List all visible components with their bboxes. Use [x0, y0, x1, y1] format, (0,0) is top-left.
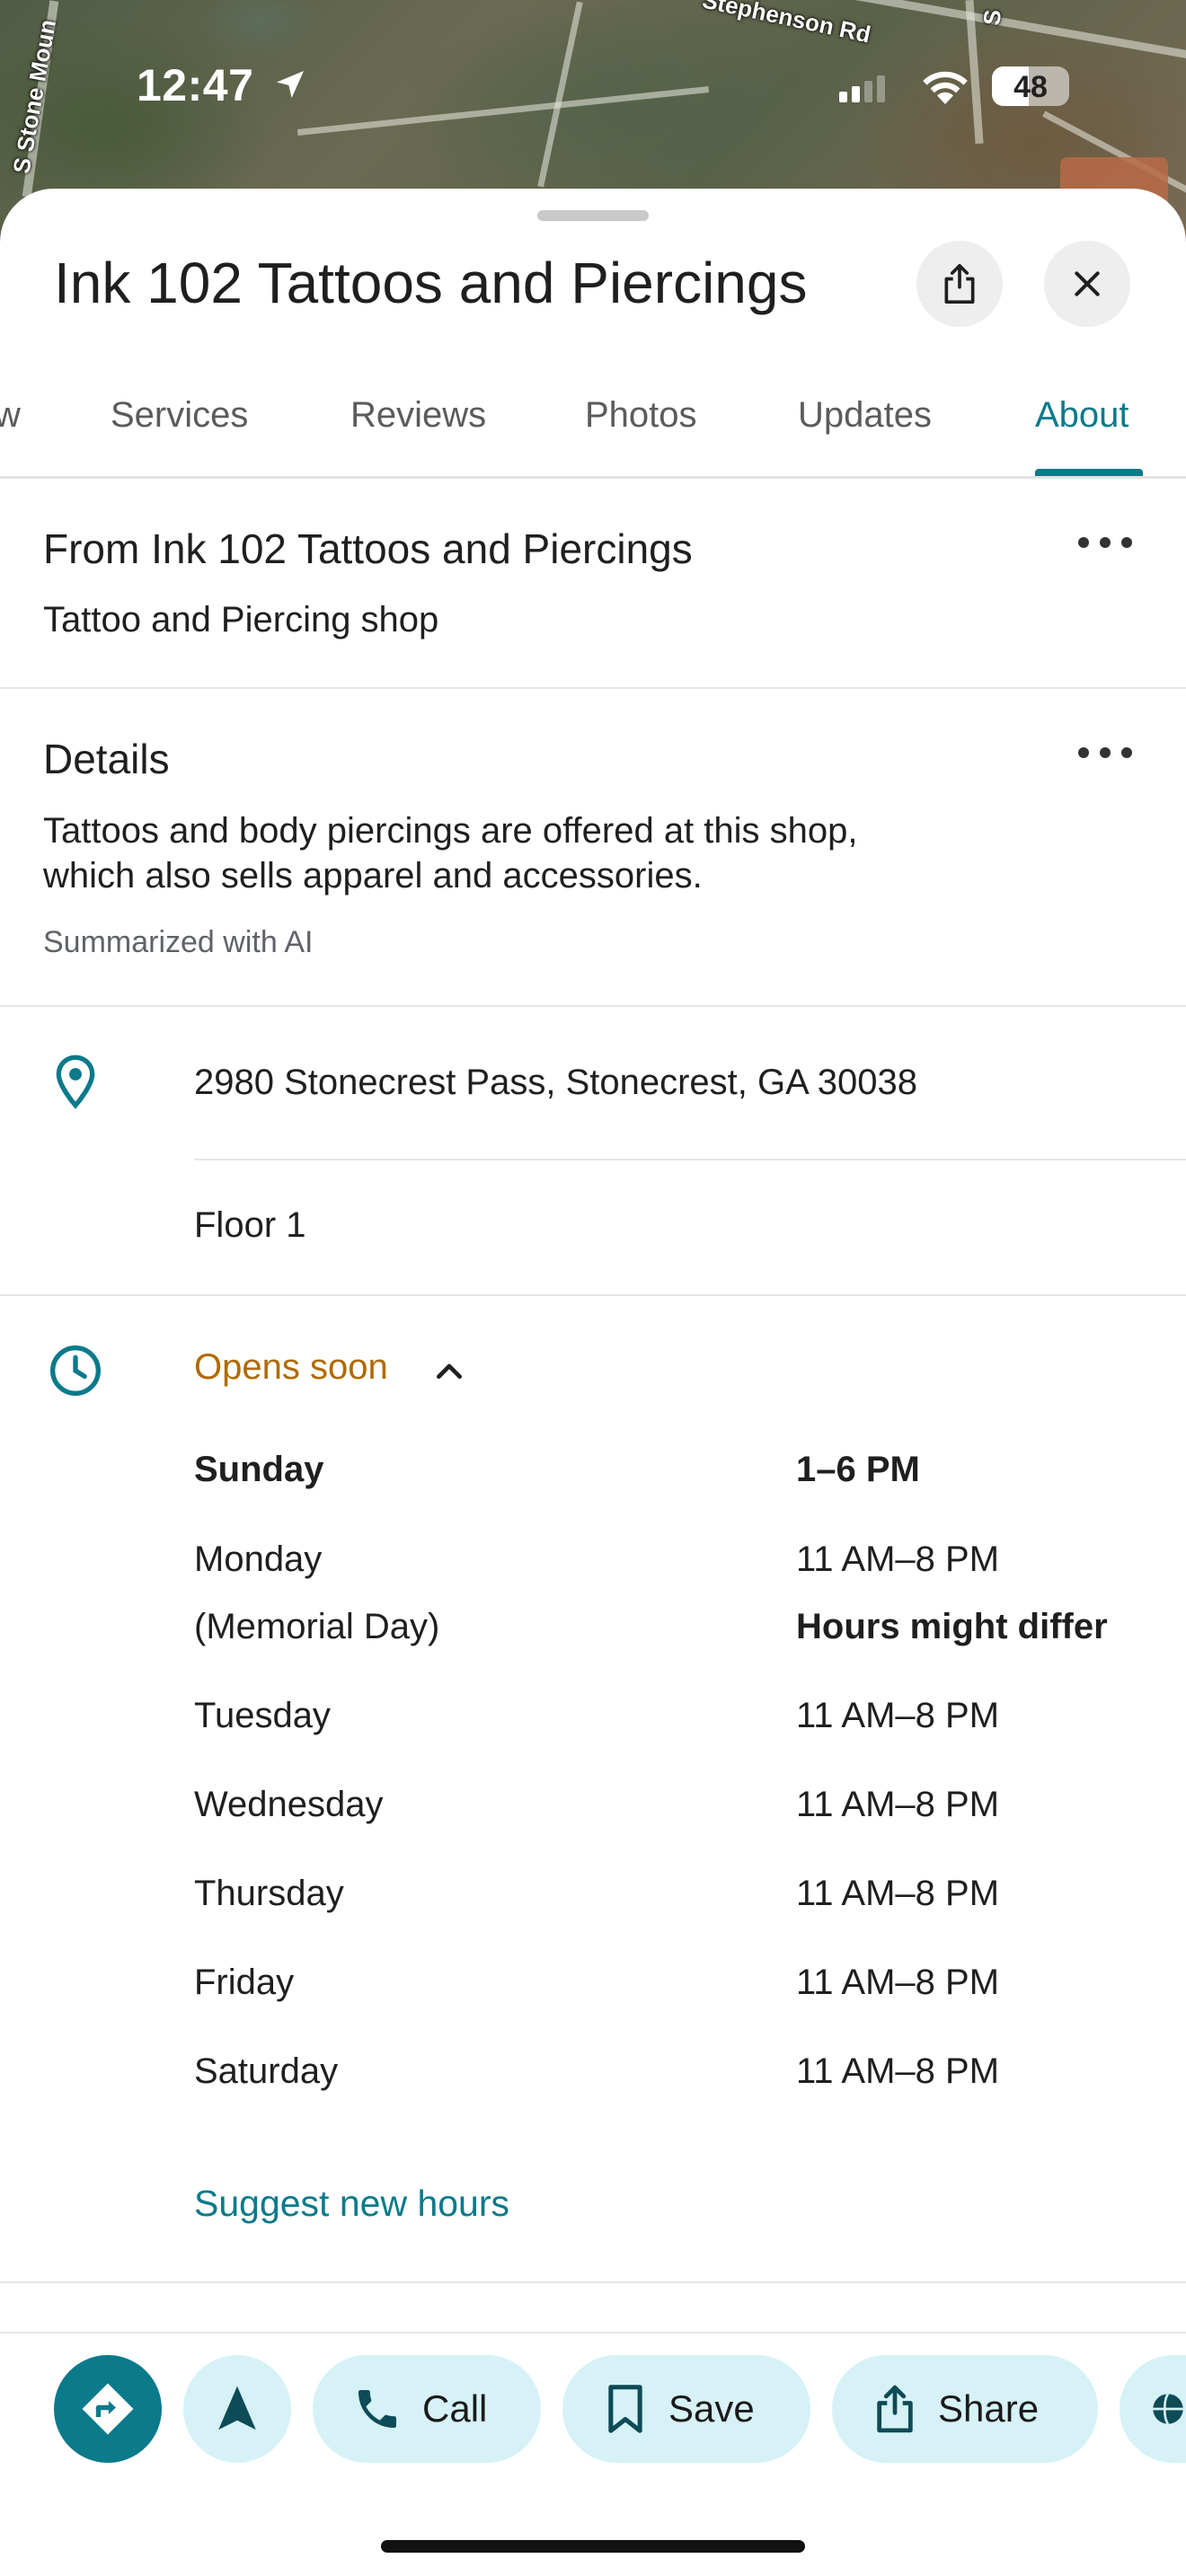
section-divider [0, 1294, 1186, 1296]
hours-time: 11 AM–8 PM [796, 1874, 1000, 1913]
directions-icon [82, 2383, 134, 2435]
more-dot-icon [1078, 537, 1089, 548]
save-label: Save [668, 2387, 755, 2430]
save-button[interactable]: Save [562, 2355, 810, 2463]
ai-summary-note: Summarized with AI [43, 925, 314, 959]
hours-time: 11 AM–8 PM [796, 1963, 1000, 2002]
map-street-label: S Stone Moun [7, 17, 61, 176]
location-pin-icon [56, 1054, 95, 1109]
more-dot-icon [1100, 747, 1111, 758]
hours-day: Friday [194, 1963, 295, 2002]
share-place-button[interactable]: Share [832, 2355, 1098, 2463]
hours-time: 11 AM–8 PM [796, 1539, 1000, 1579]
map-street-label: Stephenson Rd [700, 0, 873, 49]
status-time: 12:47 [137, 60, 254, 110]
hours-day: Sunday [194, 1450, 324, 1489]
more-dot-icon [1100, 537, 1111, 548]
address-text[interactable]: 2980 Stonecrest Pass, Stonecrest, GA 300… [194, 1063, 917, 1103]
more-dot-icon [1078, 747, 1089, 758]
map-street-label: S [978, 8, 1006, 27]
call-button[interactable]: Call [313, 2355, 541, 2463]
map-road [537, 1, 583, 188]
tab-services[interactable]: Services [111, 395, 248, 436]
section-divider [0, 687, 1186, 689]
clock-icon [50, 1345, 101, 1396]
battery-indicator: 48 [992, 66, 1069, 106]
place-tabs: w Services Reviews Photos Updates About [0, 368, 1186, 479]
share-label: Share [938, 2387, 1040, 2430]
battery-percentage: 48 [1013, 70, 1048, 104]
tab-photos[interactable]: Photos [585, 395, 697, 436]
details-more-button[interactable] [1078, 744, 1132, 762]
row-divider [194, 1159, 1186, 1160]
hours-day: Thursday [194, 1874, 344, 1913]
suggest-new-hours-link[interactable]: Suggest new hours [194, 2183, 509, 2225]
section-divider [0, 1005, 1186, 1007]
hours-day: Monday [194, 1539, 323, 1579]
hours-day: Saturday [194, 2051, 339, 2091]
section-divider [0, 2281, 1186, 2283]
place-title: Ink 102 Tattoos and Piercings [54, 251, 808, 315]
navigation-arrow-icon [218, 2386, 256, 2430]
globe-icon [1153, 2393, 1183, 2425]
signal-bar [877, 75, 885, 102]
hours-day: Wednesday [194, 1785, 384, 1824]
share-icon [944, 264, 975, 304]
hours-time: 11 AM–8 PM [796, 2051, 1000, 2091]
close-icon [1075, 271, 1100, 296]
directions-button[interactable] [54, 2355, 162, 2463]
close-button[interactable] [1044, 241, 1130, 327]
tab-overview[interactable]: w [0, 395, 21, 436]
wifi-icon [923, 71, 968, 104]
more-dot-icon [1121, 747, 1132, 758]
share-icon [877, 2385, 913, 2433]
map-road [296, 85, 710, 137]
hours-time: 11 AM–8 PM [796, 1696, 1000, 1735]
bookmark-icon [608, 2385, 642, 2433]
hours-might-differ-note: Hours might differ [796, 1607, 1108, 1646]
floor-text[interactable]: Floor 1 [194, 1205, 306, 1246]
sheet-grabber[interactable] [537, 210, 649, 221]
hours-time: 1–6 PM [796, 1450, 920, 1489]
details-description-line: Tattoos and body piercings are offered a… [43, 811, 858, 851]
details-description-line: which also sells apparel and accessories… [43, 856, 703, 895]
phone-icon [358, 2390, 396, 2428]
from-section-more-button[interactable] [1078, 534, 1132, 551]
active-tab-indicator [1035, 469, 1143, 476]
cellular-signal-icon [839, 75, 885, 102]
signal-bar [864, 81, 872, 102]
holiday-note: (Memorial Day) [194, 1607, 440, 1646]
tab-reviews[interactable]: Reviews [350, 395, 486, 436]
more-dot-icon [1121, 537, 1132, 548]
opening-status[interactable]: Opens soon [194, 1347, 388, 1388]
share-button[interactable] [916, 241, 1003, 327]
tab-about[interactable]: About [1035, 395, 1129, 436]
signal-bar [839, 92, 847, 102]
details-heading: Details [43, 736, 170, 782]
start-navigation-button[interactable] [183, 2355, 291, 2463]
hours-day: Tuesday [194, 1696, 331, 1735]
hours-time: 11 AM–8 PM [796, 1785, 1000, 1824]
signal-bar [852, 86, 860, 102]
location-arrow-icon [277, 71, 304, 98]
from-owner-heading: From Ink 102 Tattoos and Piercings [43, 525, 693, 572]
tab-updates[interactable]: Updates [798, 395, 932, 436]
home-indicator [381, 2540, 805, 2553]
call-label: Call [422, 2387, 488, 2430]
chevron-up-icon[interactable] [429, 1353, 469, 1389]
business-category: Tattoo and Piercing shop [43, 600, 439, 640]
